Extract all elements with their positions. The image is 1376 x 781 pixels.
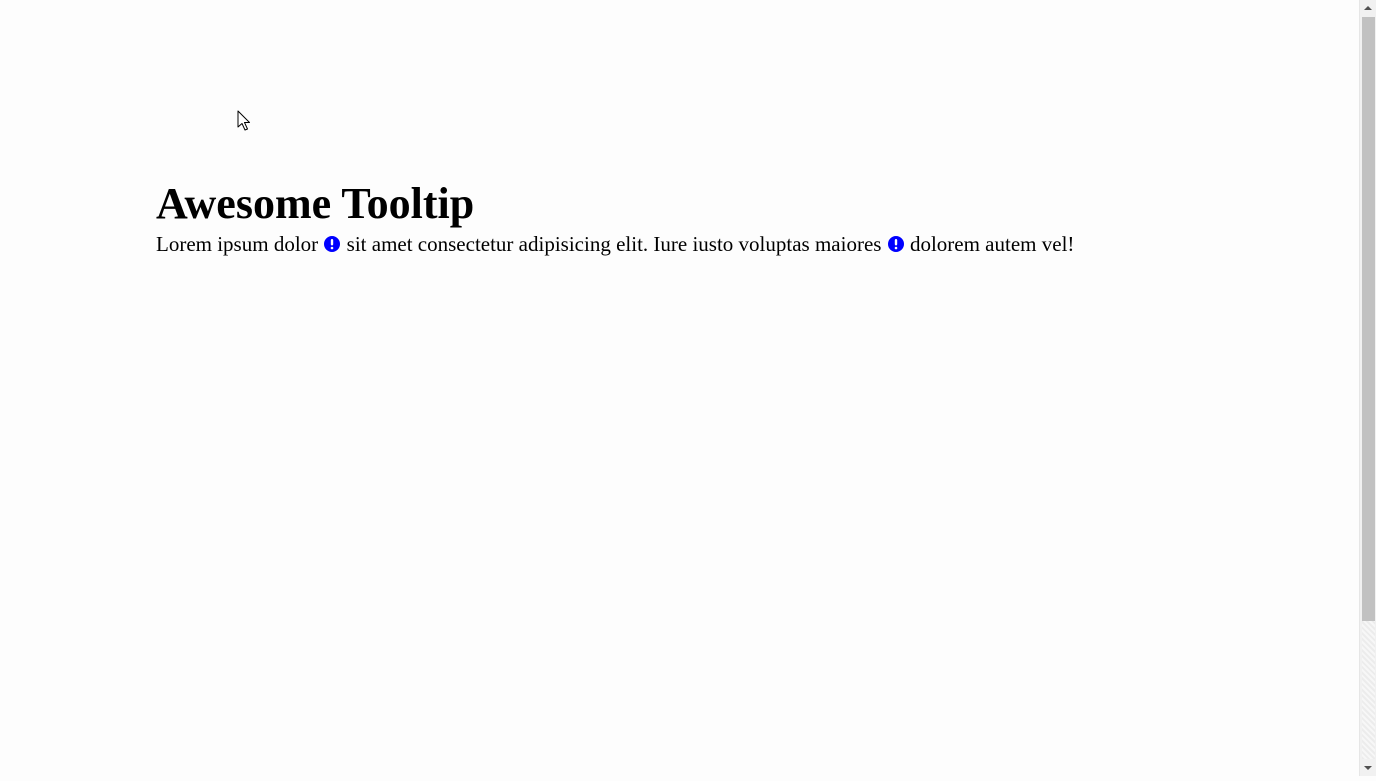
- exclamation-circle-icon[interactable]: [887, 236, 904, 252]
- scroll-down-arrow-icon[interactable]: [1360, 759, 1376, 776]
- page-heading: Awesome Tooltip: [156, 179, 475, 228]
- scrollbar-track[interactable]: [1362, 621, 1375, 759]
- mouse-pointer-icon: [237, 110, 251, 132]
- exclamation-circle-icon[interactable]: [324, 236, 341, 252]
- body-paragraph: Lorem ipsum dolor sit amet consectetur a…: [156, 232, 1306, 256]
- paragraph-text-1: Lorem ipsum dolor: [156, 232, 319, 256]
- paragraph-text-3: dolorem autem vel!: [909, 232, 1075, 256]
- main-content: Awesome Tooltip Lorem ipsum dolor sit am…: [156, 176, 1306, 256]
- page: Awesome Tooltip Lorem ipsum dolor sit am…: [0, 0, 1359, 776]
- vertical-scrollbar[interactable]: [1359, 0, 1376, 776]
- scrollbar-thumb[interactable]: [1362, 17, 1375, 621]
- paragraph-text-2: sit amet consectetur adipisicing elit. I…: [346, 232, 882, 256]
- scroll-up-arrow-icon[interactable]: [1360, 0, 1376, 17]
